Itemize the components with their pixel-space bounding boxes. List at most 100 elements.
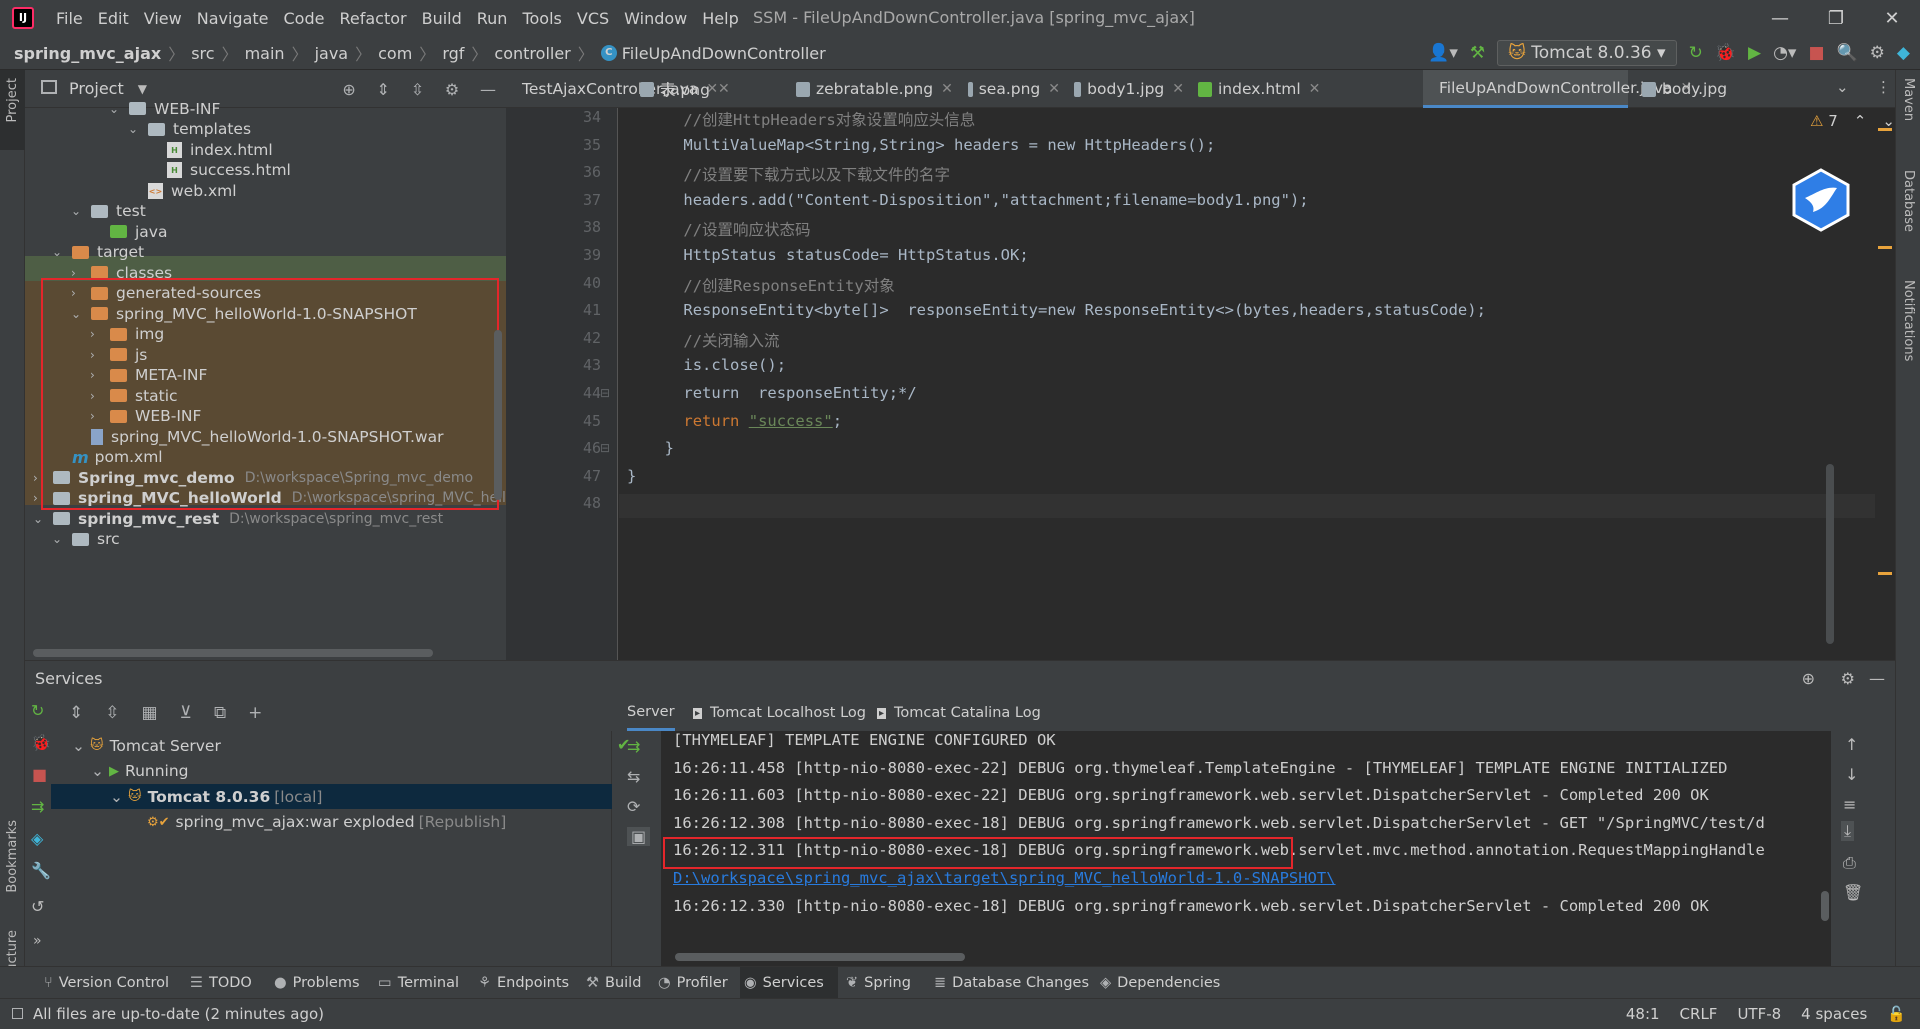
tool-window-profiler[interactable]: ◔ Profiler [654,967,738,999]
tool-window-terminal[interactable]: ▭ Terminal [374,967,470,999]
menu-edit[interactable]: Edit [98,9,129,28]
update-icon[interactable]: ⇆ [627,767,640,786]
tab-close-icon[interactable]: ✕ [718,81,730,97]
menu-code[interactable]: Code [284,9,325,28]
breadcrumb-item[interactable]: com [378,44,412,63]
breadcrumb-item[interactable]: FileUpAndDownController [622,44,826,63]
menu-run[interactable]: Run [477,9,508,28]
more-vertical-icon[interactable]: ⋮ [1876,78,1891,96]
service-node[interactable]: ⌄ 🐱 Tomcat 8.0.36 [local] [51,784,612,809]
chevron-down-icon[interactable]: ⌄ [128,122,142,136]
more-icon[interactable]: » [33,933,42,949]
stripe-database-button[interactable]: Database [1896,170,1920,260]
tab-close-icon[interactable]: ✕ [1309,81,1321,97]
caret-position[interactable]: 48:1 [1626,1005,1660,1023]
chevron-down-icon[interactable]: ⌄ [52,532,66,546]
run-coverage-icon[interactable]: ▶ [1748,43,1761,63]
tool-window-todo[interactable]: ☰ TODO [186,967,266,999]
menu-window[interactable]: Window [624,9,687,28]
refresh-icon[interactable]: ↻ [31,701,44,720]
console-hscrollbar[interactable] [675,953,965,961]
fold-marker-icon[interactable]: ⊟ [600,441,610,455]
deploy-icon[interactable]: ⇉ [31,797,44,816]
service-node[interactable]: ⚙✔ spring_mvc_ajax:war exploded [Republish… [129,810,506,835]
collapse-all-icon[interactable]: ⇳ [105,703,119,723]
editor-tab[interactable]: body.jpg [1632,70,1772,108]
minimize-icon[interactable]: — [1752,8,1808,29]
menu-file[interactable]: File [56,9,83,28]
menu-help[interactable]: Help [702,9,738,28]
expand-all-icon[interactable]: ⇕ [377,80,390,99]
tab-close-icon[interactable]: ✕ [1048,81,1060,97]
wrench-icon[interactable]: 🔧 [31,861,51,880]
breadcrumb-item[interactable]: controller [494,44,570,63]
chevron-down-icon[interactable]: ⌄ [71,307,85,321]
build-hammer-icon[interactable]: ⚒ [1470,43,1485,63]
chevron-right-icon[interactable]: › [33,491,47,505]
reload-icon[interactable]: ↺ [31,897,44,916]
menu-navigate[interactable]: Navigate [197,9,269,28]
indent-setting[interactable]: 4 spaces [1801,1005,1867,1023]
jetbrains-toolbox-icon[interactable]: ◆ [1897,43,1910,63]
chevron-down-icon[interactable]: ⌄ [109,102,123,116]
stripe-maven-button[interactable]: Maven [1896,78,1920,148]
menu-build[interactable]: Build [422,9,462,28]
service-node[interactable]: ⌄ 🐱 Tomcat Server [72,733,221,758]
breadcrumb-item[interactable]: spring_mvc_ajax [14,44,161,63]
add-icon[interactable]: + [248,703,262,723]
breadcrumb-item[interactable]: rgf [442,44,464,63]
user-icon[interactable]: 👤▾ [1428,43,1458,63]
debug-icon[interactable]: 🐞 [1715,43,1736,63]
tool-window-version-control[interactable]: ⑂ Version Control [40,967,180,999]
console-tab[interactable]: Server [627,695,675,731]
tool-window-endpoints[interactable]: ⚘ Endpoints [474,967,578,999]
hide-icon[interactable]: — [1869,669,1885,688]
service-node[interactable]: ⌄ ▶ Running [91,759,189,784]
console-vscrollbar[interactable] [1821,891,1829,921]
file-encoding[interactable]: UTF-8 [1737,1005,1781,1023]
menu-tools[interactable]: Tools [522,9,561,28]
editor-tab[interactable]: TestAjaxController.java ✕ [506,70,718,108]
print-icon[interactable]: ⎙ [1843,853,1856,873]
tool-window-services[interactable]: ◉ Services [740,967,838,999]
target-icon[interactable]: ⊕ [1802,669,1815,688]
search-icon[interactable]: 🔍 [1837,43,1858,63]
filter-icon[interactable]: ⊻ [180,703,192,723]
stripe-bookmarks-button[interactable]: Bookmarks [0,820,25,910]
line-separator[interactable]: CRLF [1680,1005,1718,1023]
tool-window-spring[interactable]: ❦ Spring [842,967,926,999]
gear-icon[interactable]: ⚙ [445,80,459,99]
chevron-right-icon[interactable]: › [90,389,104,403]
stop-icon[interactable]: ■ [1808,43,1824,63]
scroll-up-icon[interactable]: ↑ [1845,735,1858,754]
fold-marker-icon[interactable]: ⊟ [600,386,610,400]
chevron-right-icon[interactable]: › [90,368,104,382]
scroll-down-icon[interactable]: ↓ [1845,765,1858,784]
console-tab[interactable]: ▸ Tomcat Catalina Log [877,695,1041,731]
chevron-right-icon[interactable]: › [71,266,85,280]
artifact-icon[interactable]: ◈ [31,829,43,848]
chevron-right-icon[interactable]: › [90,348,104,362]
run-configuration-select[interactable]: 🐱 Tomcat 8.0.36 ▾ [1497,40,1677,66]
chevron-down-icon[interactable]: ⌄ [110,788,128,806]
tool-window-build[interactable]: ⚒ Build [582,967,650,999]
tool-window-dependencies[interactable]: ◈ Dependencies [1096,967,1220,999]
chevron-right-icon[interactable]: › [90,409,104,423]
restore-icon[interactable]: ❐ [1808,8,1864,29]
debug-icon[interactable]: 🐞 [31,733,51,752]
collapse-all-icon[interactable]: ⇳ [411,80,424,99]
project-hscrollbar[interactable] [33,649,433,657]
chevron-right-icon[interactable]: › [71,286,85,300]
code-editor[interactable]: //创建HttpHeaders对象设置响应头信息 MultiValueMap<St… [619,108,1875,660]
stripe-project-button[interactable]: Project [0,70,25,150]
editor-tab[interactable]: FileUpAndDownController.java ✕ [1423,70,1692,108]
editor-tab[interactable]: 表.png ✕ [630,70,782,108]
console-tab[interactable]: ▸ Tomcat Localhost Log [693,695,866,731]
profile-icon[interactable]: ◔▾ [1773,43,1796,63]
gear-icon[interactable]: ⚙ [1841,669,1855,688]
chevron-right-icon[interactable]: › [90,327,104,341]
editor-tab[interactable]: zebratable.png ✕ [786,70,954,108]
editor-tab[interactable]: body1.jpg ✕ [1064,70,1184,108]
dump-icon[interactable]: ▣ [627,827,651,846]
tab-list-chevron-icon[interactable]: ⌄ [1836,78,1849,96]
